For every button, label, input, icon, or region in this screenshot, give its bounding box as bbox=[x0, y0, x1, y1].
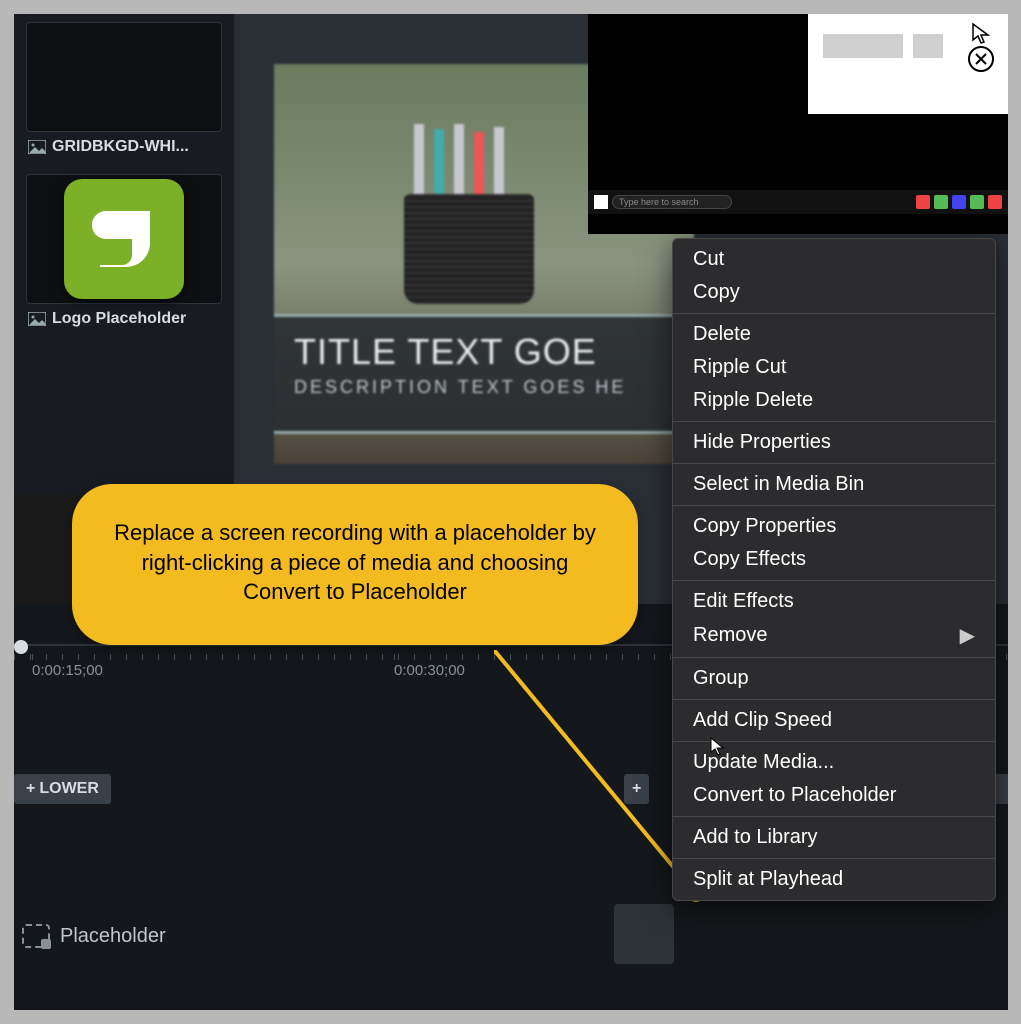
menu-separator bbox=[673, 505, 995, 506]
help-callout: Replace a screen recording with a placeh… bbox=[72, 484, 638, 645]
taskbar-app-icon bbox=[988, 195, 1002, 209]
menu-hide-properties[interactable]: Hide Properties bbox=[673, 426, 995, 459]
taskbar-app-icon bbox=[970, 195, 984, 209]
pen-cup-graphic bbox=[404, 194, 534, 304]
time-marker: 0:00:30;00 bbox=[394, 662, 465, 679]
media-item-grid[interactable]: GRIDBKGD-WHI... bbox=[26, 22, 222, 166]
menu-separator bbox=[673, 463, 995, 464]
taskbar-app-icon bbox=[916, 195, 930, 209]
placeholder-icon bbox=[22, 924, 50, 948]
taskbar-app-icon bbox=[934, 195, 948, 209]
menu-separator bbox=[673, 657, 995, 658]
media-bin: GRIDBKGD-WHI... Logo Placeholder bbox=[14, 14, 234, 494]
track-clip[interactable] bbox=[614, 904, 674, 964]
media-item-label: GRIDBKGD-WHI... bbox=[26, 132, 222, 166]
context-menu: Cut Copy Delete Ripple Cut Ripple Delete… bbox=[672, 238, 996, 901]
menu-delete[interactable]: Delete bbox=[673, 318, 995, 351]
windows-icon bbox=[594, 195, 608, 209]
plus-icon: + bbox=[26, 780, 35, 797]
menu-copy-properties[interactable]: Copy Properties bbox=[673, 510, 995, 543]
app-frame: GRIDBKGD-WHI... Logo Placeholder TITLE T… bbox=[14, 14, 1008, 1010]
track-placeholder[interactable]: Placeholder bbox=[14, 924, 166, 948]
menu-separator bbox=[673, 858, 995, 859]
menu-ripple-cut[interactable]: Ripple Cut bbox=[673, 351, 995, 384]
playhead[interactable] bbox=[14, 640, 28, 654]
camtasia-logo-icon bbox=[64, 179, 184, 299]
menu-add-to-library[interactable]: Add to Library bbox=[673, 821, 995, 854]
media-item-label: Logo Placeholder bbox=[26, 304, 222, 338]
menu-select-in-media-bin[interactable]: Select in Media Bin bbox=[673, 468, 995, 501]
menu-edit-effects[interactable]: Edit Effects bbox=[673, 585, 995, 618]
menu-add-clip-speed[interactable]: Add Clip Speed bbox=[673, 704, 995, 737]
callout-text: Replace a screen recording with a placeh… bbox=[114, 520, 596, 604]
menu-cut[interactable]: Cut bbox=[673, 243, 995, 276]
cursor-arrow-icon bbox=[970, 22, 994, 46]
menu-remove[interactable]: Remove▶ bbox=[673, 618, 995, 653]
menu-separator bbox=[673, 816, 995, 817]
track-label: Placeholder bbox=[60, 925, 166, 948]
menu-split-at-playhead[interactable]: Split at Playhead bbox=[673, 863, 995, 896]
media-thumbnail bbox=[26, 22, 222, 132]
media-item-logo[interactable]: Logo Placeholder bbox=[26, 174, 222, 338]
embedded-taskbar: Type here to search bbox=[588, 190, 1008, 214]
media-thumbnail bbox=[26, 174, 222, 304]
embedded-screen: Type here to search bbox=[588, 14, 1008, 234]
menu-group[interactable]: Group bbox=[673, 662, 995, 695]
description-text: DESCRIPTION TEXT GOES HE bbox=[294, 377, 734, 398]
menu-separator bbox=[673, 421, 995, 422]
menu-separator bbox=[673, 313, 995, 314]
menu-ripple-delete[interactable]: Ripple Delete bbox=[673, 384, 995, 417]
menu-separator bbox=[673, 699, 995, 700]
title-text: TITLE TEXT GOE bbox=[294, 331, 734, 373]
menu-copy-effects[interactable]: Copy Effects bbox=[673, 543, 995, 576]
menu-copy[interactable]: Copy bbox=[673, 276, 995, 309]
taskbar-search: Type here to search bbox=[612, 195, 732, 209]
image-icon bbox=[28, 140, 46, 154]
time-marker: 0:00:15;00 bbox=[32, 662, 103, 679]
clip-right[interactable]: + bbox=[624, 774, 649, 804]
menu-convert-to-placeholder[interactable]: Convert to Placeholder bbox=[673, 779, 995, 812]
clip-lower[interactable]: +LOWER bbox=[14, 774, 111, 804]
close-icon[interactable] bbox=[966, 44, 996, 74]
submenu-arrow-icon: ▶ bbox=[960, 623, 975, 648]
menu-separator bbox=[673, 580, 995, 581]
cursor-icon bbox=[709, 737, 729, 757]
image-icon bbox=[28, 312, 46, 326]
taskbar-app-icon bbox=[952, 195, 966, 209]
